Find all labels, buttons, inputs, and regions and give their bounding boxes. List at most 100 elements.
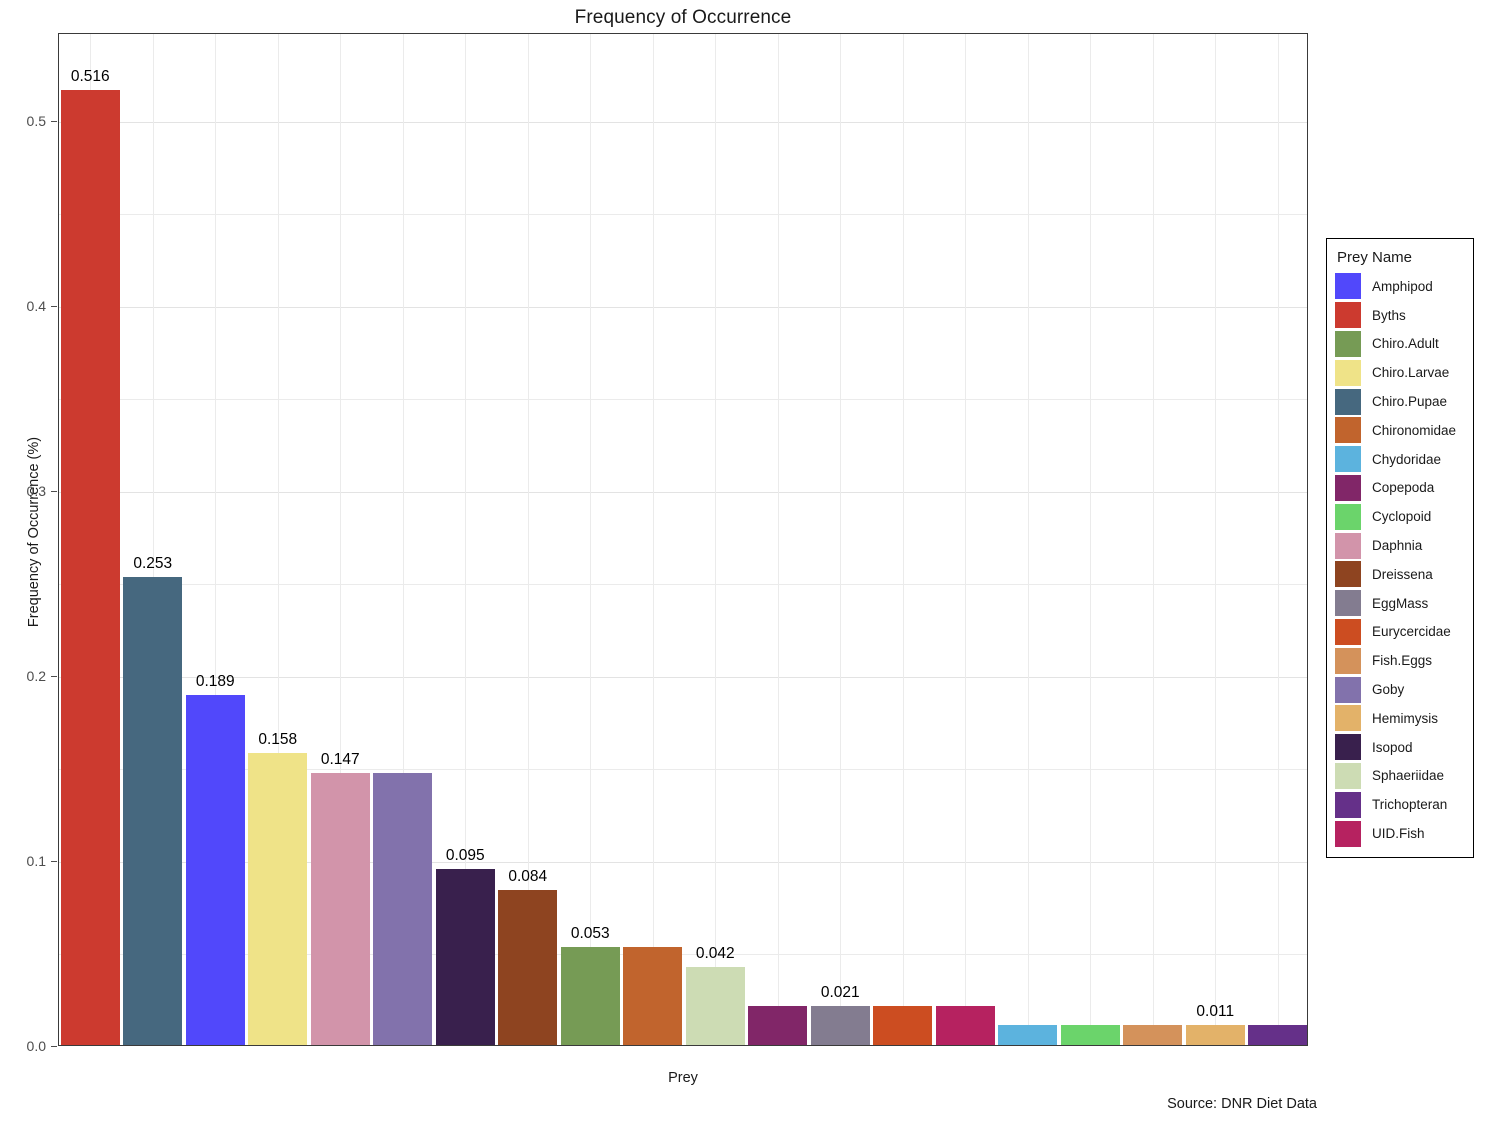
bar-value-label: 0.053 bbox=[570, 924, 610, 942]
y-tick-label: 0.0 bbox=[26, 1038, 46, 1054]
y-tick-mark bbox=[51, 490, 57, 492]
gridline-horizontal-minor bbox=[59, 399, 1307, 401]
legend-item-label: Chiro.Pupae bbox=[1372, 394, 1448, 410]
bar[interactable] bbox=[748, 1006, 808, 1045]
gridline-vertical bbox=[778, 34, 779, 1045]
gridline-horizontal-minor bbox=[59, 769, 1307, 771]
legend-title: Prey Name bbox=[1337, 249, 1413, 266]
legend-item-label: Hemimysis bbox=[1372, 710, 1438, 726]
legend-item-label: Trichopteran bbox=[1372, 797, 1448, 813]
bar[interactable] bbox=[810, 1006, 870, 1045]
bar[interactable] bbox=[248, 752, 308, 1045]
bar[interactable] bbox=[1185, 1024, 1245, 1045]
bar-value-label: 0.095 bbox=[445, 847, 485, 865]
y-tick-mark bbox=[51, 1046, 57, 1047]
y-axis-ticks: 0.0 0.1 0.2 0.3 0.4 0.5 bbox=[0, 33, 58, 1054]
legend-item-label: EggMass bbox=[1372, 595, 1429, 611]
legend-item-label: Cyclopoid bbox=[1372, 509, 1432, 525]
bar[interactable] bbox=[498, 889, 558, 1045]
bar-value-label: 0.021 bbox=[820, 984, 860, 1002]
bar[interactable] bbox=[935, 1006, 995, 1045]
bar[interactable] bbox=[873, 1006, 933, 1045]
legend-swatch-icon bbox=[1335, 417, 1361, 444]
legend-item[interactable]: Dreissena bbox=[1335, 560, 1465, 589]
legend-item[interactable]: Fish.Eggs bbox=[1335, 646, 1465, 675]
legend-item[interactable]: Byths bbox=[1335, 301, 1465, 330]
legend-swatch-icon bbox=[1335, 532, 1361, 559]
bar[interactable] bbox=[1123, 1024, 1183, 1045]
gridline-vertical bbox=[653, 34, 654, 1045]
bar[interactable] bbox=[435, 869, 495, 1045]
bar[interactable] bbox=[310, 772, 370, 1045]
legend-item[interactable]: Trichopteran bbox=[1335, 790, 1465, 819]
legend-swatch-icon bbox=[1335, 302, 1361, 329]
legend-item[interactable]: Amphipod bbox=[1335, 272, 1465, 301]
bar[interactable] bbox=[560, 946, 620, 1045]
bar-value-label: 0.253 bbox=[133, 554, 173, 572]
legend-item-label: UID.Fish bbox=[1372, 826, 1425, 842]
legend-item-label: Byths bbox=[1372, 307, 1406, 323]
gridline-horizontal-major bbox=[59, 121, 1307, 123]
legend-item[interactable]: Goby bbox=[1335, 675, 1465, 704]
legend-swatch-icon bbox=[1335, 561, 1361, 588]
legend-item[interactable]: Chiro.Pupae bbox=[1335, 387, 1465, 416]
legend-item-label: Goby bbox=[1372, 682, 1405, 698]
bar[interactable] bbox=[123, 576, 183, 1045]
gridline-vertical bbox=[965, 34, 966, 1045]
legend-item[interactable]: Isopod bbox=[1335, 733, 1465, 762]
legend-item[interactable]: Chiro.Larvae bbox=[1335, 358, 1465, 387]
legend-item[interactable]: Eurycercidae bbox=[1335, 618, 1465, 647]
legend-swatch-icon bbox=[1335, 820, 1361, 847]
legend-item[interactable]: Hemimysis bbox=[1335, 704, 1465, 733]
legend-item[interactable]: UID.Fish bbox=[1335, 819, 1465, 848]
bar-value-label: 0.516 bbox=[70, 68, 110, 86]
legend-item-label: Copepoda bbox=[1372, 480, 1435, 496]
bar[interactable] bbox=[685, 967, 745, 1045]
legend-item[interactable]: Sphaeriidae bbox=[1335, 762, 1465, 791]
gridline-horizontal-major bbox=[59, 861, 1307, 863]
legend-swatch-icon bbox=[1335, 676, 1361, 703]
bar[interactable] bbox=[373, 772, 433, 1045]
gridline-vertical bbox=[840, 34, 841, 1045]
gridline-horizontal-major bbox=[59, 491, 1307, 493]
legend-item-label: Sphaeriidae bbox=[1372, 768, 1445, 784]
bar[interactable] bbox=[998, 1024, 1058, 1045]
legend-item-label: Fish.Eggs bbox=[1372, 653, 1433, 669]
legend-item[interactable]: Chironomidae bbox=[1335, 416, 1465, 445]
y-tick-mark bbox=[51, 675, 57, 677]
plot-panel: 0.516 0.253 0.189 0.158 0.147 0.095 0.084 0.053… bbox=[58, 33, 1308, 1046]
gridline-vertical bbox=[1215, 34, 1216, 1045]
gridline-vertical bbox=[715, 34, 716, 1045]
gridline-vertical bbox=[1028, 34, 1029, 1045]
legend-item[interactable]: Daphnia bbox=[1335, 531, 1465, 560]
bar-value-label: 0.042 bbox=[695, 945, 735, 963]
legend-swatch-icon bbox=[1335, 388, 1361, 415]
legend-item-label: Chironomidae bbox=[1372, 422, 1457, 438]
bar-value-label: 0.189 bbox=[195, 673, 235, 691]
bar-value-label: 0.147 bbox=[320, 750, 360, 768]
legend: Prey Name Amphipod Byths Chiro.Adult Chiro.… bbox=[1326, 238, 1474, 858]
gridline-vertical bbox=[903, 34, 904, 1045]
gridline-vertical bbox=[1153, 34, 1154, 1045]
y-tick-label: 0.3 bbox=[26, 482, 46, 499]
legend-item-label: Chiro.Adult bbox=[1372, 336, 1439, 352]
legend-item[interactable]: Cyclopoid bbox=[1335, 502, 1465, 531]
legend-item[interactable]: Chiro.Adult bbox=[1335, 330, 1465, 359]
legend-item-label: Dreissena bbox=[1372, 566, 1433, 582]
x-axis-title: Prey bbox=[668, 1070, 698, 1086]
legend-item-label: Eurycercidae bbox=[1372, 624, 1451, 640]
gridline-vertical bbox=[1090, 34, 1091, 1045]
legend-item[interactable]: Copepoda bbox=[1335, 474, 1465, 503]
bar[interactable] bbox=[1248, 1024, 1307, 1045]
legend-items: Amphipod Byths Chiro.Adult Chiro.Larvae Chir… bbox=[1335, 272, 1465, 848]
legend-swatch-icon bbox=[1335, 590, 1361, 617]
legend-item-label: Chydoridae bbox=[1372, 451, 1442, 467]
y-tick-mark bbox=[51, 120, 57, 122]
legend-item[interactable]: EggMass bbox=[1335, 589, 1465, 618]
legend-swatch-icon bbox=[1335, 474, 1361, 501]
legend-swatch-icon bbox=[1335, 705, 1361, 732]
bar[interactable] bbox=[1060, 1024, 1120, 1045]
legend-swatch-icon bbox=[1335, 273, 1361, 300]
chart-title: Frequency of Occurrence bbox=[574, 7, 792, 28]
legend-item[interactable]: Chydoridae bbox=[1335, 445, 1465, 474]
